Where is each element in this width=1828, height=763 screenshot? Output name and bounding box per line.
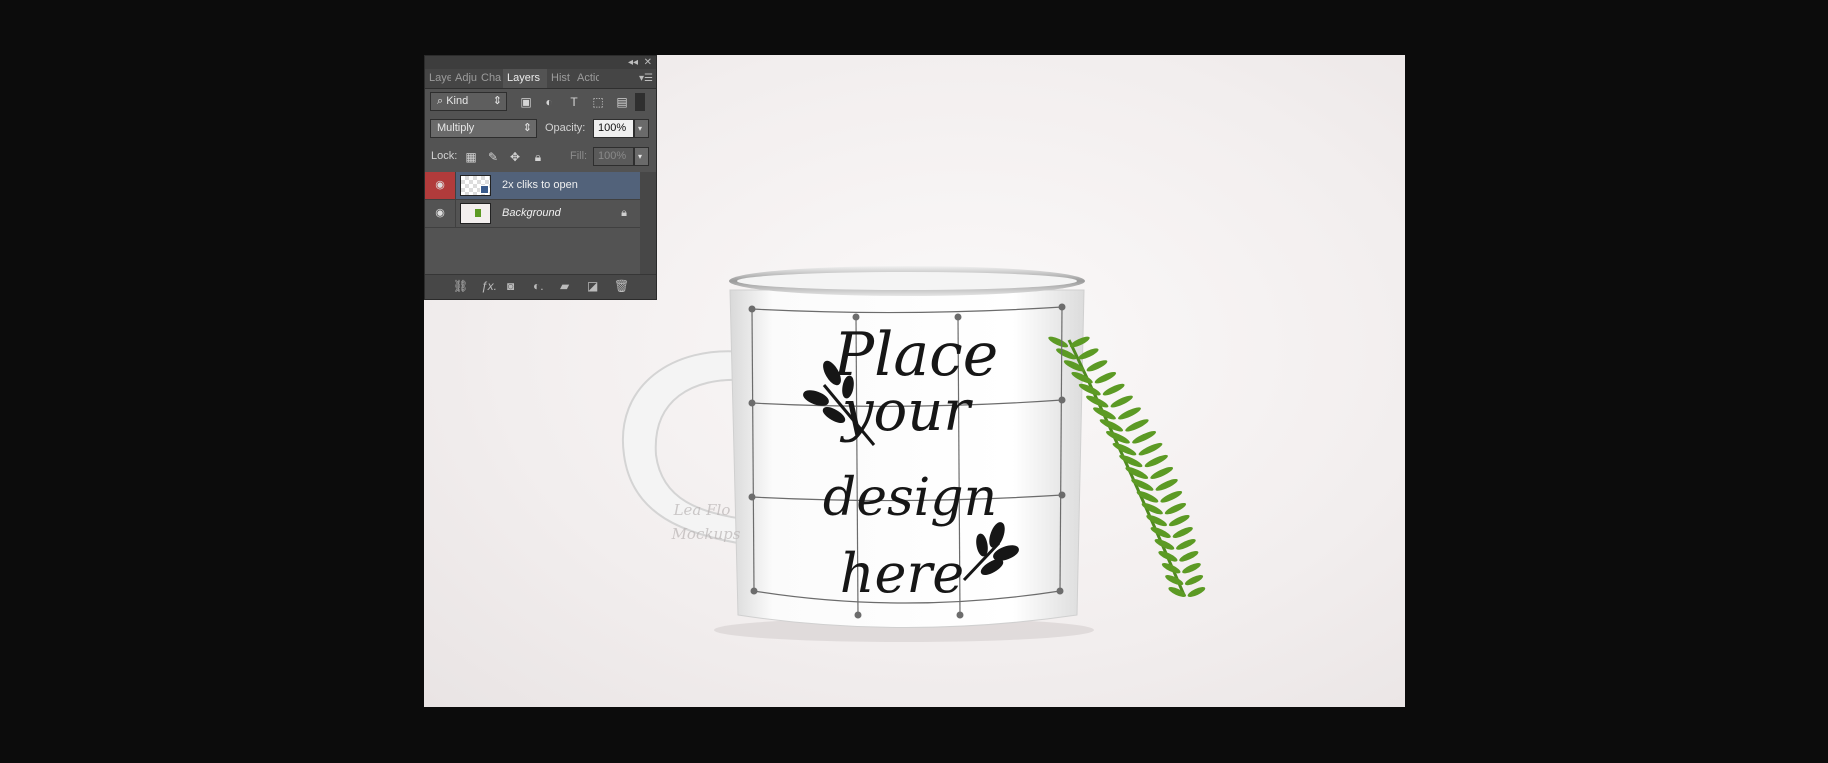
fern-leaflet (1144, 454, 1168, 468)
close-icon[interactable]: ✕ (644, 56, 652, 69)
fern-leaflet (1179, 550, 1199, 562)
thumbnail-fern-mark (475, 209, 481, 217)
art-line-3: design (823, 468, 997, 528)
fern-leaflet (1094, 371, 1117, 384)
tab-adjustments[interactable]: Adju (451, 69, 477, 88)
panel-tabs: Laye Adju Cha Layers Hist Actic ▾☰ (425, 69, 656, 89)
trash-icon[interactable]: 🗑︎ (614, 275, 629, 297)
fern-leaflet (1136, 490, 1159, 503)
lock-transparent-pixels-icon[interactable]: ▦ (462, 148, 480, 166)
watermark-line-2: Mockups (671, 525, 741, 543)
updown-icon: ⇕ (522, 122, 532, 134)
fern-leaflet (1086, 360, 1108, 372)
opacity-input[interactable]: 100% (593, 119, 634, 138)
lock-label: Lock: (431, 150, 458, 162)
fern-leaflet (1138, 442, 1163, 456)
search-icon: ⌕ (437, 95, 447, 107)
tab-actions[interactable]: Actic (573, 69, 599, 88)
lock-all-icon[interactable]: 🔒︎ (529, 148, 547, 166)
fern-leaflet (1125, 466, 1149, 479)
fern-leaflet (1172, 526, 1193, 538)
panel-titlebar[interactable]: ◂◂ ✕ (425, 56, 656, 69)
fern-leaflet (1187, 587, 1206, 597)
fill-dropdown-icon[interactable]: ▾ (634, 147, 649, 166)
new-layer-icon[interactable]: ◪ (587, 275, 598, 297)
watermark-line-1: Lea Flo (673, 501, 731, 519)
fern-leaflet (1146, 514, 1167, 527)
smart-object-filter-icon[interactable]: ▤ (613, 93, 631, 111)
fern-leaflet (1164, 502, 1187, 515)
opacity-label: Opacity: (545, 122, 586, 134)
opacity-dropdown-icon[interactable]: ▾ (634, 119, 649, 138)
fx-icon[interactable]: ƒx. (481, 275, 497, 297)
updown-icon: ⇕ (492, 95, 502, 107)
panel-footer: ⛓ ƒx. ◙ ◐. ▰ ◪ 🗑︎ (425, 274, 656, 299)
fern-leaflet (1184, 575, 1204, 586)
tab-layers[interactable]: Layers (503, 69, 547, 88)
tab-history[interactable]: Hist (547, 69, 573, 88)
link-layers-icon[interactable]: ⛓ (453, 275, 468, 297)
fern-leaflet (1086, 395, 1109, 408)
adjustment-layer-filter-icon[interactable]: ◐ (540, 93, 558, 111)
new-adjustment-layer-icon[interactable]: ◐. (533, 275, 544, 297)
tab-layer-comps[interactable]: Laye (425, 69, 451, 88)
lock-position-icon[interactable]: ✥ (506, 148, 524, 166)
lock-row: Lock: ▦ ✎ ✥ 🔒︎ Fill: 100% ▾ (425, 145, 656, 171)
art-line-4: here (840, 542, 965, 605)
blend-row: Multiply ⇕ Opacity: 100% ▾ (425, 117, 656, 143)
fern-leaflet (1131, 478, 1154, 491)
visibility-eye-icon[interactable]: ◉ (425, 172, 456, 199)
fern-leaflet (1141, 502, 1163, 515)
lock-icon: 🔒︎ (621, 207, 627, 219)
fern-leaflet (1155, 478, 1178, 491)
lock-image-pixels-icon[interactable]: ✎ (484, 148, 502, 166)
layer-row-background[interactable]: ◉ Background 🔒︎ (425, 200, 641, 228)
fern-leaflet (1182, 563, 1201, 574)
fern-leaflet (1125, 419, 1149, 432)
layer-name[interactable]: Background (502, 200, 561, 227)
layers-panel[interactable]: ◂◂ ✕ Laye Adju Cha Layers Hist Actic ▾☰ … (424, 55, 657, 300)
kind-filter-label: Kind (446, 95, 469, 107)
blend-mode-value: Multiply (437, 122, 475, 134)
add-mask-icon[interactable]: ◙ (507, 275, 514, 297)
collapse-icon[interactable]: ◂◂ (628, 56, 638, 69)
fern-leaflet (1160, 490, 1183, 503)
layer-row-smart-object[interactable]: ◉ 2x cliks to open (425, 172, 641, 200)
fern-leaflet (1132, 430, 1157, 444)
layer-name[interactable]: 2x cliks to open (502, 172, 578, 199)
fern-leaflet (1168, 514, 1190, 527)
type-layer-filter-icon[interactable]: T (565, 93, 583, 111)
fern-leaflet (1118, 407, 1141, 420)
filter-row: ⌕ Kind ⇕ ▣ ◐ T ⬚ ▤ (425, 89, 656, 115)
layer-thumbnail (460, 203, 491, 224)
visibility-eye-icon[interactable]: ◉ (425, 200, 456, 227)
fern-leaflet (1102, 383, 1125, 396)
fern-leaflet (1176, 538, 1196, 550)
fern-leaflet (1110, 395, 1133, 408)
layers-scrollbar[interactable] (640, 172, 656, 275)
layer-thumbnail (460, 175, 491, 196)
kind-filter-select[interactable]: ⌕ Kind ⇕ (430, 92, 507, 111)
pixel-layer-filter-icon[interactable]: ▣ (517, 93, 535, 111)
smart-object-badge-icon (480, 185, 489, 194)
tab-channels[interactable]: Cha (477, 69, 503, 88)
shape-layer-filter-icon[interactable]: ⬚ (589, 93, 607, 111)
fern-leaflet (1150, 466, 1174, 479)
fill-label: Fill: (570, 150, 588, 162)
blend-mode-select[interactable]: Multiply ⇕ (430, 119, 537, 138)
fill-input[interactable]: 100% (593, 147, 634, 166)
new-group-folder-icon[interactable]: ▰ (560, 275, 569, 297)
panel-menu-icon[interactable]: ▾☰ (639, 69, 653, 88)
art-line-2: your (839, 379, 973, 444)
filter-toggle-switch[interactable] (635, 93, 645, 111)
